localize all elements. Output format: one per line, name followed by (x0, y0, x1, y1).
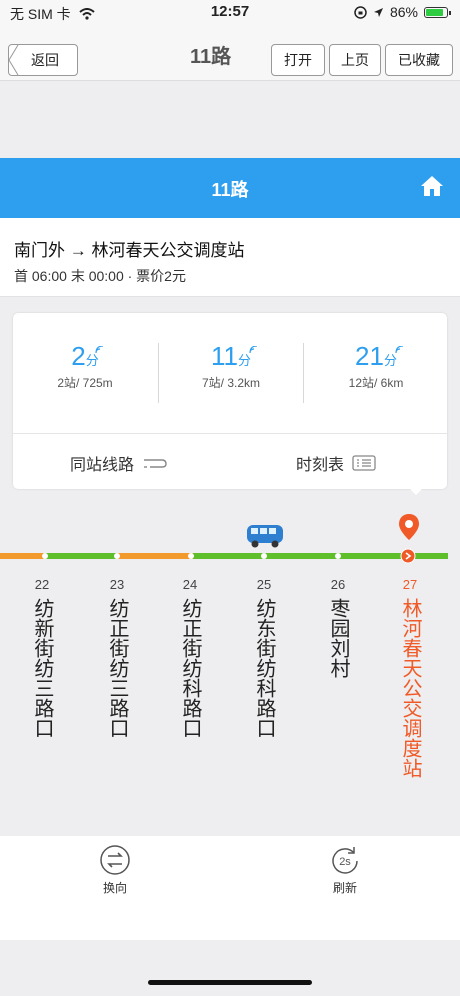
prev-page-button[interactable]: 上页 (329, 44, 381, 76)
stop-name: 纺新街纺三路口 (31, 598, 53, 738)
stop-index: 26 (330, 577, 346, 592)
stop-index: 25 (256, 577, 272, 592)
open-button[interactable]: 打开 (271, 44, 325, 76)
location-pin-icon (399, 514, 419, 540)
line-segment (0, 553, 45, 559)
home-icon[interactable] (420, 175, 444, 197)
timetable-button[interactable]: 时刻表 (296, 451, 376, 475)
arrival-3: 21分 12站/ 6km (304, 341, 448, 391)
route-header: 11路 (0, 158, 460, 218)
stop-name: 纺正街纺三路口 (106, 598, 128, 738)
route-line-diagram: 22 纺新街纺三路口 23 纺正街纺三路口 24 纺正街纺科路口 25 纺东街纺… (0, 505, 460, 835)
route-title: 11路 (211, 180, 249, 200)
route-direction: 南门外 → 林河春天公交调度站 (14, 241, 245, 260)
orientation-lock-icon (354, 5, 367, 19)
same-stop-lines-button[interactable]: 同站线路 (70, 451, 168, 475)
same-stop-label: 同站线路 (70, 457, 135, 474)
stop-name: 纺东街纺科路口 (253, 598, 275, 738)
refresh-icon: 2s (332, 847, 358, 874)
arrival-unit: 分 (383, 353, 397, 368)
line-segment (117, 553, 193, 559)
stop-index: 23 (109, 577, 125, 592)
stop-dot (261, 553, 267, 559)
list-icon (352, 455, 376, 471)
arrival-1: 2分 2站/ 725m (13, 341, 157, 391)
realtime-signal-icon (395, 346, 404, 354)
reverse-direction-button[interactable]: 换向 (85, 844, 145, 896)
arrival-unit: 分 (237, 353, 251, 368)
stop-item[interactable]: 26 枣园刘村 (318, 577, 358, 678)
line-segment (45, 553, 117, 559)
arrival-2: 11分 7站/ 3.2km (159, 341, 303, 391)
battery-percent: 86% (389, 4, 418, 20)
card-divider (13, 433, 447, 434)
stop-item[interactable]: 24 纺正街纺科路口 (170, 577, 210, 738)
nav-title: 11路 (190, 46, 232, 68)
stop-item[interactable]: 22 纺新街纺三路口 (22, 577, 62, 738)
arrival-minutes: 21 (355, 341, 384, 371)
stop-item-current[interactable]: 27 林河春天公交调度站 (390, 577, 430, 778)
current-stop-marker-icon (400, 548, 416, 564)
stop-dot (42, 553, 48, 559)
back-chevron-icon (8, 45, 19, 75)
route-info: 南门外 → 林河春天公交调度站 首 06:00 末 00:00 · 票价2元 (0, 218, 460, 297)
stop-item[interactable]: 23 纺正街纺三路口 (97, 577, 137, 738)
nav-bar: 返回 11路 打开 上页 已收藏 (0, 24, 460, 81)
arrival-minutes: 2 (71, 341, 86, 371)
status-right: 86% (354, 4, 451, 20)
back-button[interactable]: 返回 (8, 44, 78, 76)
realtime-signal-icon (249, 346, 258, 354)
timetable-label: 时刻表 (296, 457, 345, 474)
reverse-label: 换向 (102, 881, 127, 895)
stop-name: 纺正街纺科路口 (179, 598, 201, 738)
stop-dot (114, 553, 120, 559)
arrival-detail: 2站/ 725m (57, 376, 113, 390)
back-label: 返回 (31, 52, 59, 68)
location-arrow-icon (373, 7, 383, 17)
favorited-button[interactable]: 已收藏 (385, 44, 453, 76)
bottom-toolbar: 换向 2s 刷新 (0, 836, 460, 940)
stop-name: 林河春天公交调度站 (399, 598, 421, 778)
arrival-detail: 12站/ 6km (348, 376, 404, 390)
battery-icon (424, 6, 451, 18)
arrival-minutes: 11 (210, 341, 238, 371)
stop-dot (335, 553, 341, 559)
card-pointer (408, 487, 424, 495)
arrival-card: 2分 2站/ 725m 11分 7站/ 3.2km 21分 12站/ 6km 同… (13, 313, 448, 495)
stop-item[interactable]: 25 纺东街纺科路口 (244, 577, 284, 738)
route-schedule: 首 06:00 末 00:00 · 票价2元 (14, 268, 186, 284)
stop-index: 27 (402, 577, 418, 592)
refresh-label: 刷新 (332, 881, 357, 895)
stop-name: 枣园刘村 (327, 598, 349, 678)
refresh-badge: 2s (339, 856, 351, 868)
stop-index: 22 (34, 577, 50, 592)
swap-icon (100, 845, 130, 875)
route-switch-icon (144, 459, 167, 468)
arrival-detail: 7站/ 3.2km (201, 376, 261, 390)
status-bar: 无 SIM 卡 12:57 86% (0, 0, 460, 24)
home-indicator[interactable] (148, 980, 312, 985)
bus-icon (247, 525, 283, 548)
stop-index: 24 (182, 577, 198, 592)
arrival-unit: 分 (85, 353, 99, 368)
stop-dot (188, 553, 194, 559)
refresh-button[interactable]: 2s 刷新 (315, 844, 375, 896)
realtime-signal-icon (95, 346, 104, 354)
